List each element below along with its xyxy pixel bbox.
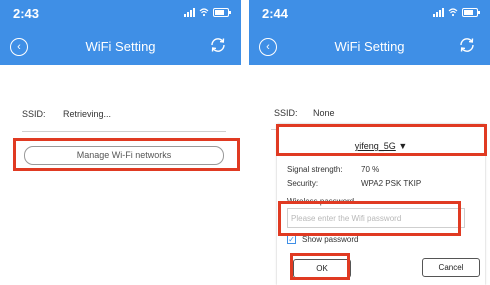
show-password-label: Show password (302, 235, 359, 244)
wifi-icon (448, 8, 458, 17)
security-value: WPA2 PSK TKIP (361, 179, 422, 188)
left-screen: 2:43 ‹ WiFi Setting SSID: Retrieving... … (0, 0, 241, 285)
highlight-box (290, 253, 350, 280)
ssid-label: SSID: (22, 109, 46, 119)
cancel-button[interactable]: Cancel (422, 258, 480, 277)
signal-strength-label: Signal strength: (287, 165, 343, 174)
status-time: 2:43 (13, 6, 40, 21)
status-time: 2:44 (262, 6, 289, 21)
signal-strength-value: 70 % (361, 165, 380, 174)
page-title: WiFi Setting (334, 39, 405, 54)
signal-bars-icon (433, 7, 444, 17)
signal-bars-icon (184, 7, 195, 17)
status-icons (433, 7, 480, 17)
manage-wifi-button[interactable]: Manage Wi-Fi networks (24, 146, 224, 165)
page-title: WiFi Setting (85, 39, 156, 54)
ssid-value: None (313, 108, 335, 118)
refresh-icon[interactable] (458, 36, 476, 54)
header-bar: 2:44 ‹ WiFi Setting (249, 0, 490, 65)
ssid-label: SSID: (274, 108, 298, 118)
header-bar: 2:43 ‹ WiFi Setting (0, 0, 241, 65)
right-screen: 2:44 ‹ WiFi Setting SSID: None yifeng_5G… (249, 0, 490, 285)
status-icons (184, 7, 231, 17)
show-password-checkbox[interactable]: ✓ (287, 235, 296, 244)
battery-icon (462, 8, 480, 17)
highlight-box (276, 124, 487, 156)
wifi-icon (199, 8, 209, 17)
checkbox-check-icon: ✓ (288, 235, 295, 244)
ssid-value: Retrieving... (63, 109, 112, 119)
security-label: Security: (287, 179, 319, 188)
highlight-box (278, 201, 461, 236)
refresh-icon[interactable] (209, 36, 227, 54)
divider (22, 131, 226, 132)
battery-icon (213, 8, 231, 17)
